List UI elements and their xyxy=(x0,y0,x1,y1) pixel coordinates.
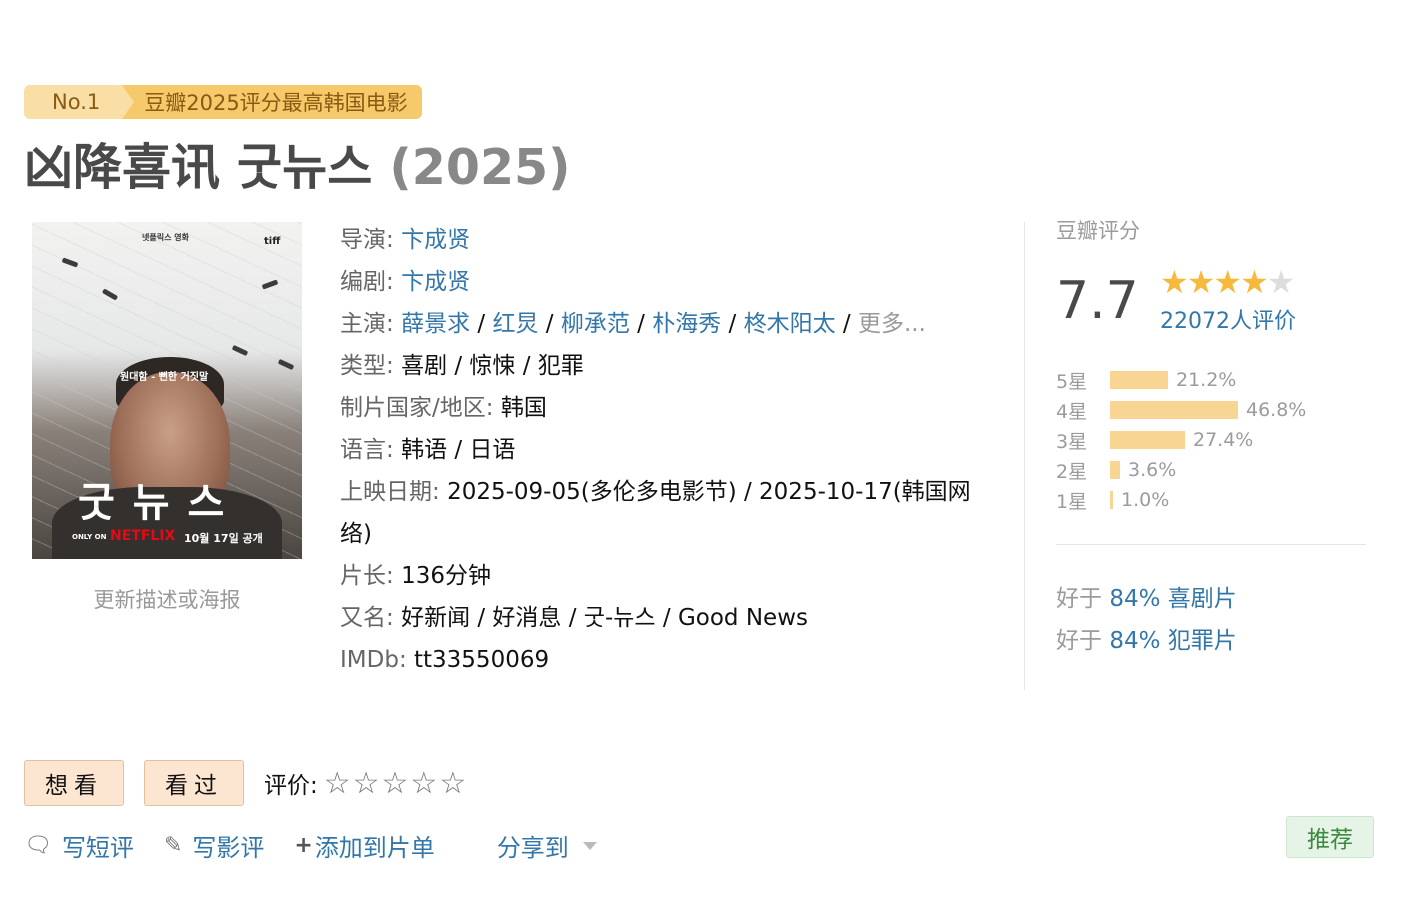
info-writer: 编剧: 卞成贤 xyxy=(340,269,471,295)
rating-bar xyxy=(1110,431,1185,449)
cast-link[interactable]: 柳承范 xyxy=(561,311,630,337)
netflix-logo: NETFLIX xyxy=(110,528,176,544)
rating-label: 豆瓣评分 xyxy=(1056,219,1140,243)
cast-link[interactable]: 薛景求 xyxy=(401,311,470,337)
rating-bar-label: 5星 xyxy=(1056,370,1088,393)
ranking-description: 豆瓣2025评分最高韩国电影 xyxy=(122,85,422,119)
rating-bar xyxy=(1110,371,1168,389)
rating-bar-row: 3星 27.4% xyxy=(1056,425,1306,455)
ranking-badge[interactable]: No.1 豆瓣2025评分最高韩国电影 xyxy=(24,85,422,119)
rating-bar-row: 4星 46.8% xyxy=(1056,395,1306,425)
update-description-link[interactable]: 更新描述或海报 xyxy=(32,584,302,614)
recommend-button[interactable]: 推荐 xyxy=(1286,816,1374,858)
rating-bar-label: 1星 xyxy=(1056,490,1088,513)
movie-poster[interactable]: 넷플릭스 영화 tiff 원대함 - 뻔한 거짓말 굿 뉴 스 ONLY ON … xyxy=(32,222,302,559)
share-link[interactable]: 分享到 xyxy=(497,828,569,863)
info-cast: 主演: 薛景求 / 红炅 / 柳承范 / 朴海秀 / 柊木阳太 / 更多... xyxy=(340,311,926,337)
info-release: 上映日期: 2025-09-05(多伦多电影节) / 2025-10-17(韩国… xyxy=(340,479,971,547)
info-runtime: 片长: 136分钟 xyxy=(340,563,491,589)
pencil-icon: ✎ xyxy=(163,833,183,858)
add-to-list-link[interactable]: 添加到片单 xyxy=(315,828,435,863)
cast-more-link[interactable]: 更多... xyxy=(858,311,926,337)
rating-bar-row: 2星 3.6% xyxy=(1056,455,1306,485)
caret-down-icon xyxy=(582,841,597,850)
info-language: 语言: 韩语 / 日语 xyxy=(340,437,516,463)
rating-bar-row: 5星 21.2% xyxy=(1056,365,1306,395)
poster-big-title: 굿 뉴 스 xyxy=(78,480,227,526)
poster-only-on: ONLY ON xyxy=(72,533,107,541)
movie-year: (2025) xyxy=(389,139,571,196)
poster-tagline: 원대함 - 뻔한 거짓말 xyxy=(120,372,209,383)
poster-release: 10월 17일 공개 xyxy=(184,532,263,545)
rating-bar-percent: 46.8% xyxy=(1246,399,1307,421)
info-director: 导演: 卞成贤 xyxy=(340,227,471,253)
better-than-comedy: 好于 84% 喜剧片 xyxy=(1056,586,1237,612)
vertical-divider xyxy=(1024,222,1025,690)
better-than: 好于 84% 喜剧片 好于 84% 犯罪片 xyxy=(1056,578,1237,662)
rate-stars-input[interactable]: ☆☆☆☆☆ xyxy=(324,766,468,801)
movie-title: 凶降喜讯 굿뉴스 (2025) xyxy=(24,128,571,199)
rating-score: 7.7 xyxy=(1056,271,1139,331)
rating-bar-percent: 3.6% xyxy=(1128,459,1177,481)
want-to-watch-button[interactable]: 想看 xyxy=(24,760,124,806)
cast-link[interactable]: 柊木阳太 xyxy=(744,311,836,337)
tiff-logo: tiff xyxy=(264,236,281,247)
plus-icon: + xyxy=(294,833,313,858)
rate-label: 评价: xyxy=(264,773,318,799)
rating-bar-label: 3星 xyxy=(1056,430,1088,453)
rating-bar-percent: 27.4% xyxy=(1193,429,1254,451)
info-imdb: IMDb: tt33550069 xyxy=(340,647,550,673)
star-icon: ★ xyxy=(1213,263,1242,301)
movie-title-name: 凶降喜讯 굿뉴스 xyxy=(24,139,373,196)
rating-bar-label: 2星 xyxy=(1056,460,1088,483)
better-than-crime-link[interactable]: 84% 犯罪片 xyxy=(1109,628,1236,654)
rating-bar-percent: 1.0% xyxy=(1121,489,1170,511)
rating-distribution: 5星 21.2% 4星 46.8% 3星 27.4% 2星 3.6% 1星 1.0% xyxy=(1056,365,1306,515)
rating-stars: ★★★★★ xyxy=(1160,263,1296,301)
star-icon: ★ xyxy=(1240,263,1269,301)
rating-bar-row: 1星 1.0% xyxy=(1056,485,1306,515)
cast-link[interactable]: 朴海秀 xyxy=(652,311,721,337)
share-dropdown[interactable]: 分享到 xyxy=(497,828,597,863)
watched-button[interactable]: 看过 xyxy=(144,760,244,806)
write-short-review-link[interactable]: 写短评 xyxy=(62,828,134,863)
poster-top-text: 넷플릭스 영화 xyxy=(142,233,189,242)
info-aka: 又名: 好新闻 / 好消息 / 굿-뉴스 / Good News xyxy=(340,605,808,631)
rating-bar xyxy=(1110,461,1120,479)
action-links: 🗨 写短评 ✎ 写影评 + 添加到片单 分享到 xyxy=(24,828,597,863)
info-genre: 类型: 喜剧 / 惊悚 / 犯罪 xyxy=(340,353,584,379)
rating-bar-label: 4星 xyxy=(1056,400,1088,423)
movie-info: 导演: 卞成贤 编剧: 卞成贤 主演: 薛景求 / 红炅 / 柳承范 / 朴海秀… xyxy=(340,219,990,681)
star-icon: ★ xyxy=(1266,263,1296,301)
write-review-link[interactable]: 写影评 xyxy=(192,828,264,863)
writer-link[interactable]: 卞成贤 xyxy=(401,269,470,295)
rating-bar xyxy=(1110,491,1113,509)
better-than-crime: 好于 84% 犯罪片 xyxy=(1056,628,1237,654)
director-link[interactable]: 卞成贤 xyxy=(401,227,470,253)
rating-panel: 豆瓣评分 7.7 ★★★★★ 22072人评价 5星 21.2% 4星 46.8% 3星… xyxy=(1056,215,1366,513)
star-icon: ★ xyxy=(1186,263,1216,301)
interest-actions: 想看 看过 评价: ☆☆☆☆☆ xyxy=(24,760,468,806)
comment-icon: 🗨 xyxy=(24,833,52,858)
rating-bar xyxy=(1110,401,1238,419)
info-country: 制片国家/地区: 韩国 xyxy=(340,395,547,421)
star-icon: ★ xyxy=(1160,263,1189,301)
ranking-number: No.1 xyxy=(24,85,135,119)
rating-bar-percent: 21.2% xyxy=(1176,369,1237,391)
rating-people-link[interactable]: 22072人评价 xyxy=(1160,303,1296,335)
better-than-comedy-link[interactable]: 84% 喜剧片 xyxy=(1109,586,1236,612)
rating-divider xyxy=(1056,544,1366,545)
cast-link[interactable]: 红炅 xyxy=(492,311,538,337)
